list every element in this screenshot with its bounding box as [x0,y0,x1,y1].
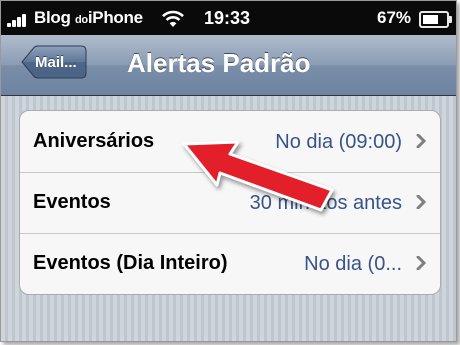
chevron-right-icon [416,134,426,148]
back-button-label: Mail... [35,54,77,71]
settings-group: Aniversários No dia (09:00) Eventos 30 m… [19,110,441,295]
navigation-bar: Mail... Alertas Padrão [1,35,456,96]
screenshot-frame: Blog doiPhone 19:33 67% Mail... Alertas … [0,0,457,342]
settings-row-aniversarios[interactable]: Aniversários No dia (09:00) [20,111,440,173]
page-title: Alertas Padrão [127,48,311,78]
chevron-right-icon [416,256,426,270]
row-label: Eventos (Dia Inteiro) [33,252,228,274]
status-time: 19:33 [204,8,251,28]
row-value: 30 minutos antes [249,192,402,214]
battery-percent: 67% [377,8,412,27]
row-value: No dia (09:00) [275,131,402,153]
wifi-icon [161,10,185,28]
row-label: Eventos [33,191,111,213]
row-value: No dia (0... [304,253,402,275]
battery-icon [419,11,452,28]
battery-fill [423,15,438,24]
carrier-suffix: iPhone [87,8,143,27]
signal-bars-icon [7,12,31,27]
row-label: Aniversários [33,130,155,152]
settings-row-eventos-dia-inteiro[interactable]: Eventos (Dia Inteiro) No dia (0... [20,233,440,294]
back-button[interactable]: Mail... [21,45,87,79]
content-area: Aniversários No dia (09:00) Eventos 30 m… [1,96,456,341]
status-bar: Blog doiPhone 19:33 67% [1,1,456,35]
settings-row-eventos[interactable]: Eventos 30 minutos antes [20,172,440,234]
carrier-small: do [75,14,88,26]
chevron-right-icon [416,195,426,209]
carrier-name: Blog doiPhone [34,8,143,28]
carrier-prefix: Blog [34,8,71,27]
